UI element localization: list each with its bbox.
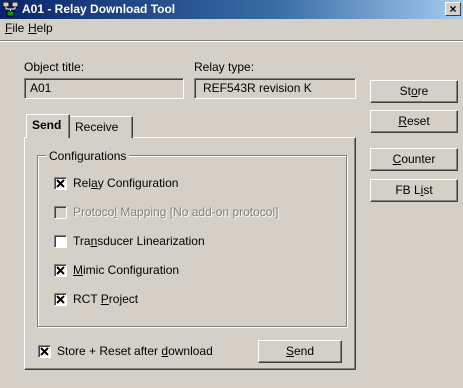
send-button-label-post: end — [293, 344, 315, 358]
store-button-label-post: re — [417, 84, 429, 98]
checkmark-x-icon — [40, 347, 49, 356]
mimic-configuration-label: Mimic Configuration — [73, 263, 180, 277]
checkmark-x-icon — [56, 295, 65, 304]
transducer-linearization-checkbox[interactable] — [54, 235, 67, 248]
object-title-field: A01 — [24, 78, 184, 99]
relay-type-field: REF543R revision K — [194, 78, 356, 99]
reset-button[interactable]: Reset — [370, 110, 458, 133]
tab-send-label: Send — [32, 118, 62, 132]
store-button-label-pre: St — [399, 84, 411, 98]
store-reset-label: Store + Reset after download — [57, 344, 213, 358]
close-button[interactable]: × — [445, 2, 461, 16]
tab-receive[interactable]: Receive — [69, 116, 133, 138]
protocol-mapping-checkbox — [54, 206, 67, 219]
counter-button[interactable]: Counter — [370, 148, 458, 171]
fb-list-button[interactable]: FB List — [370, 179, 458, 202]
counter-button-label-post: ounter — [401, 152, 436, 166]
rct-project-checkbox[interactable] — [54, 293, 67, 306]
relay-configuration-checkbox[interactable] — [54, 177, 67, 190]
app-network-icon — [3, 2, 18, 17]
relay-configuration-label: Relay Configuration — [73, 176, 179, 190]
title-bar: A01 - Relay Download Tool × — [0, 0, 463, 19]
transducer-linearization-label: Transducer Linearization — [73, 234, 205, 248]
checkmark-x-icon — [56, 179, 65, 188]
tab-send[interactable]: Send — [26, 114, 70, 138]
menu-divider — [0, 40, 463, 42]
checkmark-x-icon — [56, 266, 65, 275]
send-button-label-key: S — [285, 344, 294, 358]
configurations-legend: Configurations — [46, 149, 130, 163]
object-title-label: Object title: — [24, 60, 85, 74]
menu-file[interactable]: File — [5, 21, 24, 35]
menu-bar: File Help — [0, 19, 463, 37]
protocol-mapping-label: Protocol Mapping [No add-on protocol] — [73, 205, 279, 219]
fb-list-button-label-pre: FB L — [395, 183, 421, 197]
send-button[interactable]: Send — [258, 340, 342, 363]
fb-list-button-label-post: st — [423, 183, 433, 197]
store-reset-checkbox[interactable] — [38, 345, 51, 358]
store-button-label-key: o — [410, 84, 418, 98]
counter-button-label-key: C — [392, 152, 402, 166]
window-title: A01 - Relay Download Tool — [22, 2, 176, 16]
reset-button-label-post: eset — [406, 114, 430, 128]
mimic-configuration-checkbox[interactable] — [54, 264, 67, 277]
reset-button-label-key: R — [398, 114, 407, 128]
relay-type-label: Relay type: — [194, 60, 255, 74]
store-button[interactable]: Store — [370, 80, 458, 103]
menu-help[interactable]: Help — [28, 21, 53, 35]
rct-project-label: RCT Project — [73, 292, 139, 306]
tab-receive-label: Receive — [75, 120, 119, 134]
